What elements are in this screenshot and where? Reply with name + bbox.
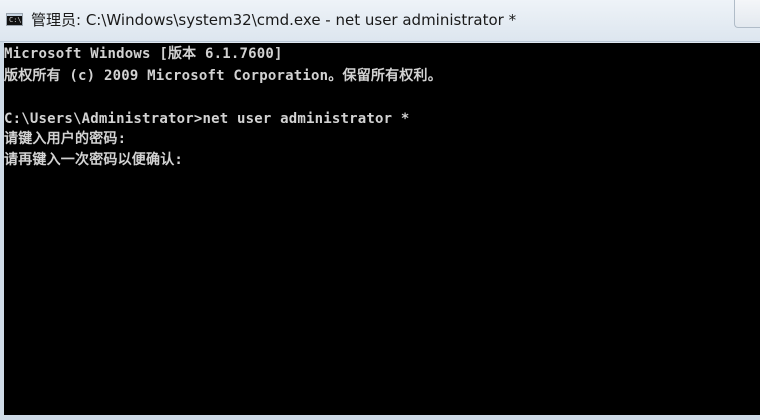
console-area[interactable]: Microsoft Windows [版本 6.1.7600] 版权所有 (c)… xyxy=(4,43,760,415)
cmd-window: C:\ 管理员: C:\Windows\system32\cmd.exe - n… xyxy=(0,0,760,420)
console-line: Microsoft Windows [版本 6.1.7600] xyxy=(4,46,283,62)
cmd-console-icon[interactable]: C:\ xyxy=(6,13,23,26)
window-frame-bottom xyxy=(0,415,760,420)
window-control-button[interactable] xyxy=(734,0,760,28)
console-password-prompt: 请键入用户的密码: xyxy=(4,131,127,147)
window-title: 管理员: C:\Windows\system32\cmd.exe - net u… xyxy=(31,11,517,29)
title-bar[interactable]: C:\ 管理员: C:\Windows\system32\cmd.exe - n… xyxy=(0,0,760,42)
console-confirm-prompt: 请再键入一次密码以便确认: xyxy=(4,152,184,168)
console-command-line: C:\Users\Administrator>net user administ… xyxy=(4,111,410,127)
console-line: 版权所有 (c) 2009 Microsoft Corporation。保留所有… xyxy=(4,68,442,84)
cmd-icon-label: C:\ xyxy=(9,16,22,24)
